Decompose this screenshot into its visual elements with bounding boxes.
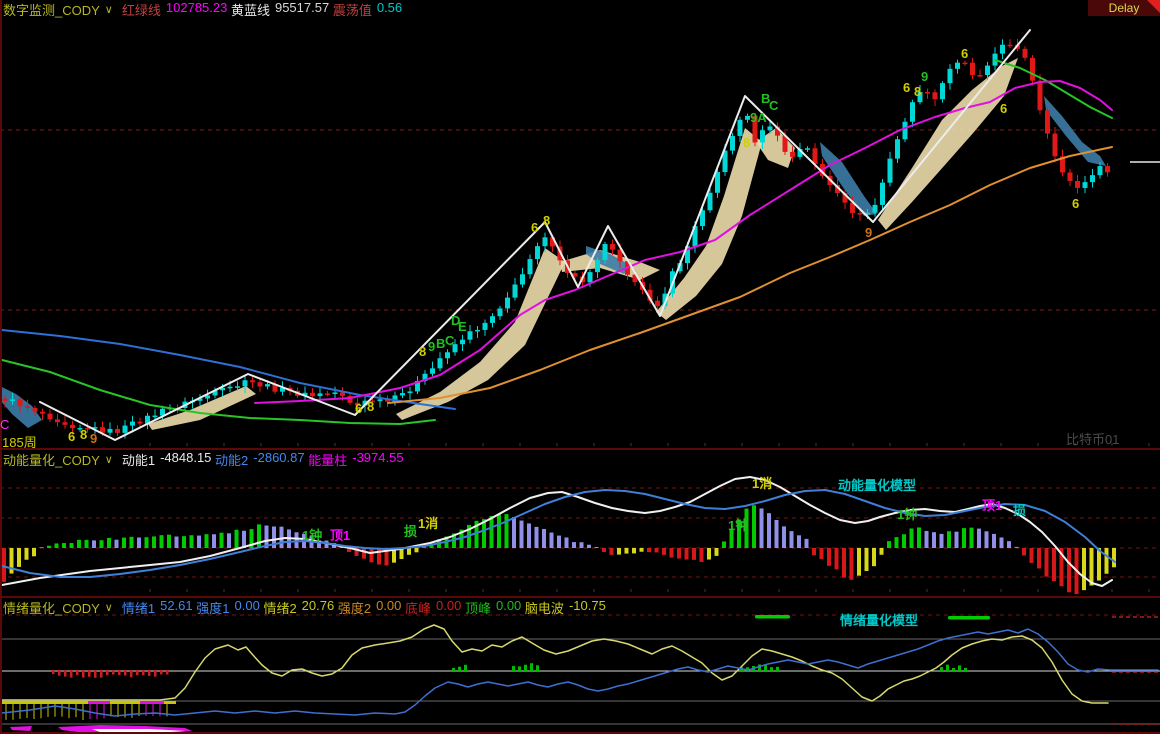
price-indicator-values: 红绿线102785.23 黄蓝线95517.57 震荡值0.56 [122,0,402,19]
svg-text:C: C [445,333,455,348]
chevron-down-icon[interactable]: ∨ [105,453,113,466]
svg-text:损: 损 [404,524,417,539]
sentiment-panel-header: 情绪量化_CODY ∨ 情绪152.61 强度10.00 情绪220.76 强度2… [3,599,606,615]
svg-text:8: 8 [80,427,87,442]
sentiment-panel-title[interactable]: 情绪量化_CODY [3,598,100,617]
delay-label: Delay [1109,1,1140,15]
svg-text:6: 6 [961,46,968,61]
svg-text:6: 6 [68,429,75,444]
svg-text:6: 6 [531,220,538,235]
svg-text:1消: 1消 [418,516,438,531]
indicator: 动能1-4848.15 [122,450,212,469]
indicator: 震荡值0.56 [333,0,402,19]
indicator: 强度20.00 [338,598,402,617]
svg-text:情绪量化模型: 情绪量化模型 [840,613,918,628]
svg-text:9A: 9A [750,110,767,125]
corner-label: C [0,417,9,432]
svg-text:1钟: 1钟 [302,528,322,543]
indicator: 情绪220.76 [263,598,334,617]
svg-text:动能量化模型: 动能量化模型 [838,478,916,493]
svg-text:9: 9 [921,69,928,84]
svg-text:8: 8 [543,213,550,228]
left-border [0,0,2,734]
indicator: 情绪152.61 [122,598,193,617]
alert-triangle-icon [1147,0,1160,13]
svg-text:1消: 1消 [752,476,772,491]
svg-text:9: 9 [428,339,435,354]
watermark: 比特币01 [1066,429,1119,448]
svg-text:8: 8 [743,135,750,150]
indicator: 能量柱-3974.55 [308,450,403,469]
charts-canvas[interactable]: 6896889BCDE6889ABC96896661钟顶1损1消1钟1消动能量化… [0,0,1160,734]
svg-text:9: 9 [865,225,872,240]
sentiment-indicator-values: 情绪152.61 强度10.00 情绪220.76 强度20.00 底峰0.00… [122,598,606,617]
indicator: 脑电波-10.75 [525,598,606,617]
price-panel-header: 数字监测_CODY ∨ 红绿线102785.23 黄蓝线95517.57 震荡值0… [3,1,402,17]
momentum-panel-header: 动能量化_CODY ∨ 动能1-4848.15 动能2-2860.87 能量柱-3… [3,451,404,467]
svg-text:6: 6 [1072,196,1079,211]
svg-text:6: 6 [1000,101,1007,116]
svg-text:1钟: 1钟 [728,518,748,533]
momentum-indicator-values: 动能1-4848.15 动能2-2860.87 能量柱-3974.55 [122,450,404,469]
svg-text:9: 9 [90,431,97,446]
svg-text:8: 8 [367,399,374,414]
svg-text:顶1: 顶1 [330,528,350,543]
svg-text:损: 损 [1013,503,1026,518]
svg-text:6: 6 [355,401,362,416]
svg-text:8: 8 [914,84,921,99]
chevron-down-icon[interactable]: ∨ [105,3,113,16]
period-label: 185周 [2,432,37,451]
indicator: 动能2-2860.87 [215,450,305,469]
chevron-down-icon[interactable]: ∨ [105,601,113,614]
price-panel-title[interactable]: 数字监测_CODY [3,0,100,19]
indicator: 顶峰0.00 [465,598,521,617]
svg-text:B: B [436,336,445,351]
svg-text:C: C [769,98,779,113]
svg-text:E: E [458,319,467,334]
indicator: 底峰0.00 [405,598,461,617]
indicator: 强度10.00 [196,598,260,617]
indicator: 红绿线102785.23 [122,0,227,19]
svg-text:顶1: 顶1 [982,498,1002,513]
momentum-panel-title[interactable]: 动能量化_CODY [3,450,100,469]
trading-terminal: 6896889BCDE6889ABC96896661钟顶1损1消1钟1消动能量化… [0,0,1160,734]
indicator: 黄蓝线95517.57 [231,0,329,19]
svg-text:8: 8 [419,344,426,359]
svg-text:1钟: 1钟 [897,507,917,522]
svg-text:6: 6 [903,80,910,95]
